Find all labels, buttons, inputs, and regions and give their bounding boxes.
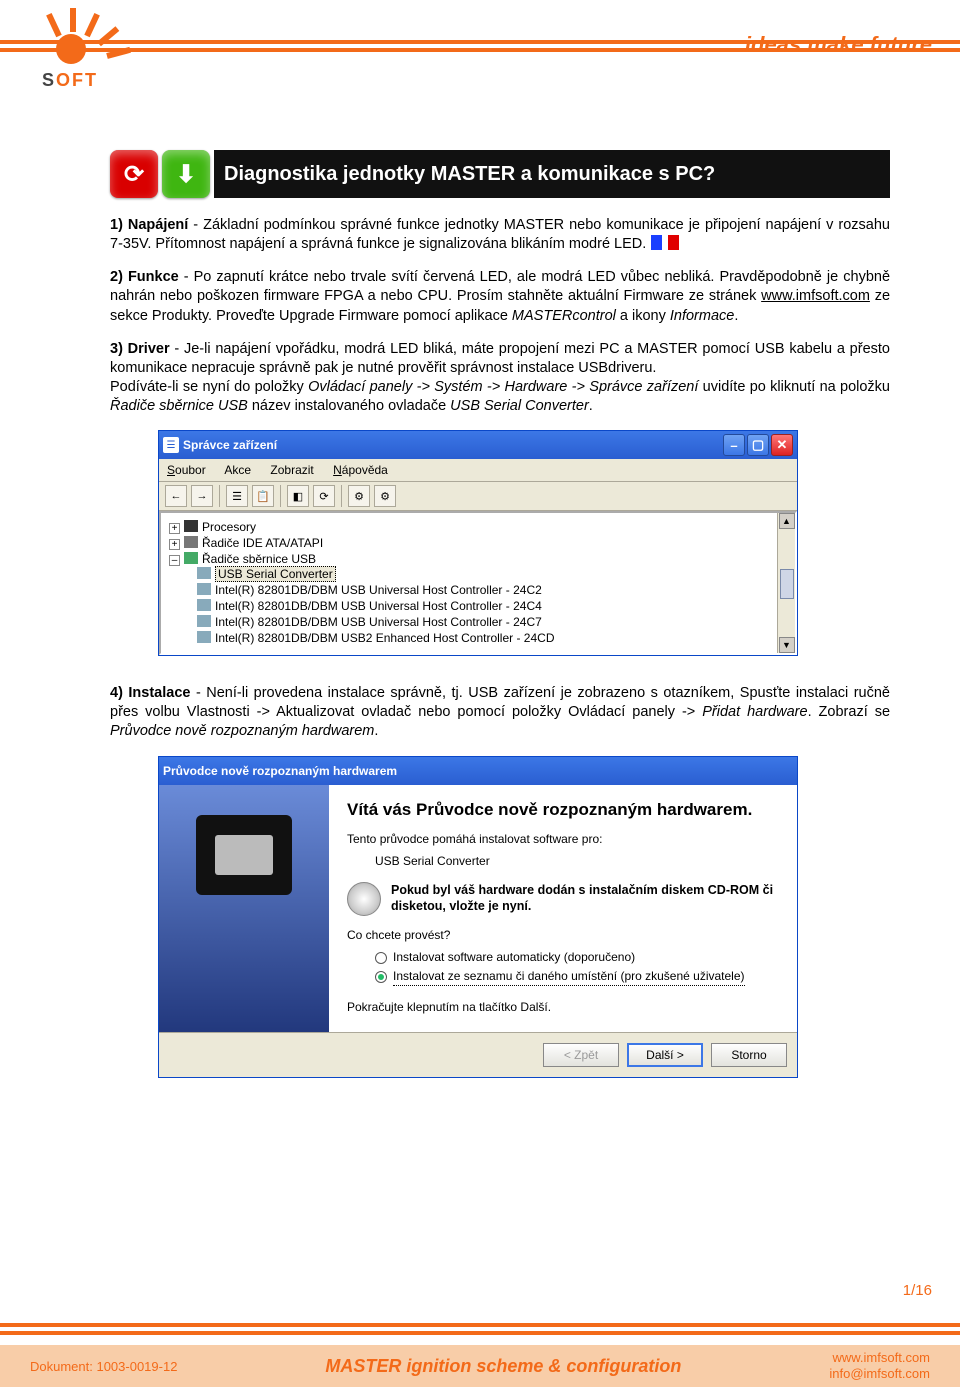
toolbar-btn[interactable]: ⚙ [348,485,370,507]
led-blue-icon [651,235,662,250]
tree-item[interactable]: Intel(R) 82801DB/DBM USB Universal Host … [197,582,793,598]
toolbar-btn[interactable]: 📋 [252,485,274,507]
refresh-icon: ⟳ [110,150,158,198]
toolbar-btn[interactable]: ⟳ [313,485,335,507]
tagline: ideas make future [745,32,932,58]
menu-file[interactable]: SSouboroubor [167,463,206,477]
tree-node-ide[interactable]: +Řadiče IDE ATA/ATAPI [169,535,793,551]
wizard-sidebar-image [159,785,329,1032]
window-titlebar[interactable]: Průvodce nově rozpoznaným hardwarem [159,757,797,785]
tree-item-selected[interactable]: USB Serial Converter [197,566,793,582]
footer-title: MASTER ignition scheme & configuration [177,1356,829,1377]
footer-stripes [0,1323,960,1339]
tree-body: +Procesory +Řadiče IDE ATA/ATAPI –Řadiče… [159,511,797,655]
paragraph-1: 1) Napájení - Základní podmínkou správné… [110,216,890,254]
menu-action[interactable]: Akce [224,463,251,477]
scrollbar[interactable]: ▲ ▼ [777,513,795,653]
footer-contact: www.imfsoft.com info@imfsoft.com [829,1350,930,1381]
menu-help[interactable]: Nápověda [333,463,388,477]
toolbar-btn[interactable]: ◧ [287,485,309,507]
next-button[interactable]: Další > [627,1043,703,1067]
wizard-window: Průvodce nově rozpoznaným hardwarem Vítá… [158,756,798,1078]
toolbar-back-button[interactable]: ← [165,485,187,507]
tree-item[interactable]: Intel(R) 82801DB/DBM USB Universal Host … [197,614,793,630]
wizard-button-row: < Zpět Další > Storno [159,1032,797,1077]
download-icon: ⬇ [162,150,210,198]
wizard-subtext: Tento průvodce pomáhá instalovat softwar… [347,832,779,846]
toolbar: ← → ☰ 📋 ◧ ⟳ ⚙ ⚙ [159,482,797,511]
radio-option-auto[interactable]: Instalovat software automaticky (doporuč… [375,950,779,966]
window-title: Správce zařízení [183,438,721,452]
device-manager-window: ☰ Správce zařízení – ▢ ✕ SSouboroubor Ak… [158,430,798,656]
wizard-device-name: USB Serial Converter [375,854,779,868]
toolbar-forward-button[interactable]: → [191,485,213,507]
close-button[interactable]: ✕ [771,434,793,456]
cd-icon [347,882,381,916]
wizard-question: Co chcete provést? [347,928,779,942]
scroll-up-icon[interactable]: ▲ [779,513,795,529]
tree-item[interactable]: Intel(R) 82801DB/DBM USB2 Enhanced Host … [197,630,793,646]
menu-view[interactable]: Zobrazit [270,463,313,477]
minimize-button[interactable]: – [723,434,745,456]
radio-icon[interactable] [375,952,387,964]
paragraph-3: 3) Driver - Je-li napájení vpořádku, mod… [110,340,890,417]
page-title: Diagnostika jednotky MASTER a komunikace… [214,150,890,198]
scroll-thumb[interactable] [780,569,794,599]
app-icon: ☰ [163,437,179,453]
radio-selected-icon[interactable] [375,971,387,983]
tree-item[interactable]: Intel(R) 82801DB/DBM USB Universal Host … [197,598,793,614]
tree-node-usb[interactable]: –Řadiče sběrnice USB USB Serial Converte… [169,551,793,647]
back-button[interactable]: < Zpět [543,1043,619,1067]
wizard-continue-text: Pokračujte klepnutím na tlačítko Další. [347,1000,779,1014]
title-row: ⟳ ⬇ Diagnostika jednotky MASTER a komuni… [110,150,890,198]
hardware-icon [196,815,292,895]
window-titlebar[interactable]: ☰ Správce zařízení – ▢ ✕ [159,431,797,459]
led-red-icon [668,235,679,250]
logo: SOFT [42,12,132,91]
menu-bar[interactable]: SSouboroubor Akce Zobrazit Nápověda [159,459,797,482]
tree-node-cpu[interactable]: +Procesory [169,519,793,535]
scroll-down-icon[interactable]: ▼ [779,637,795,653]
toolbar-btn[interactable]: ⚙ [374,485,396,507]
paragraph-2: 2) Funkce - Po zapnutí krátce nebo trval… [110,268,890,325]
window-title: Průvodce nově rozpoznaným hardwarem [163,764,793,778]
cancel-button[interactable]: Storno [711,1043,787,1067]
maximize-button[interactable]: ▢ [747,434,769,456]
toolbar-btn[interactable]: ☰ [226,485,248,507]
wizard-heading: Vítá vás Průvodce nově rozpoznaným hardw… [347,799,779,820]
wizard-cd-text: Pokud byl váš hardware dodán s instalačn… [391,882,779,915]
page-number: 1/16 [903,1282,932,1299]
document-id: Dokument: 1003-0019-12 [30,1359,177,1374]
radio-option-list[interactable]: Instalovat ze seznamu či daného umístění… [375,969,779,986]
paragraph-4: 4) Instalace - Není-li provedena instala… [110,684,890,741]
footer-band: Dokument: 1003-0019-12 MASTER ignition s… [0,1345,960,1387]
